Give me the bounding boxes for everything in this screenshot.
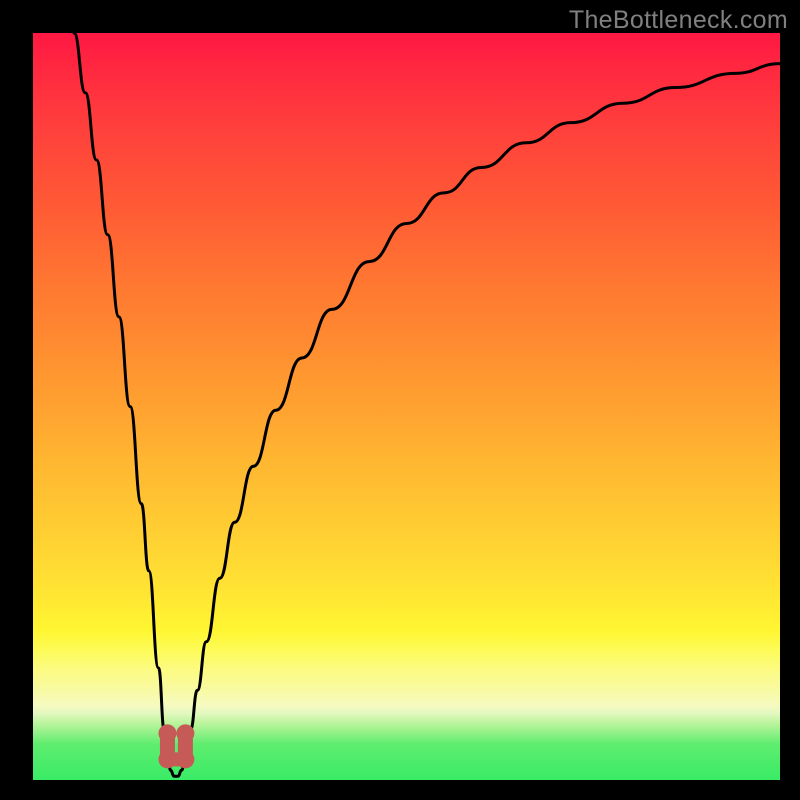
- watermark-text: TheBottleneck.com: [569, 6, 788, 35]
- chart-frame: TheBottleneck.com: [0, 0, 800, 800]
- valley-marker-top-1: [176, 724, 194, 742]
- chart-svg: [33, 33, 780, 780]
- plot-area: [33, 33, 780, 780]
- valley-marker-top-0: [158, 724, 176, 742]
- bottleneck-curve: [74, 33, 780, 776]
